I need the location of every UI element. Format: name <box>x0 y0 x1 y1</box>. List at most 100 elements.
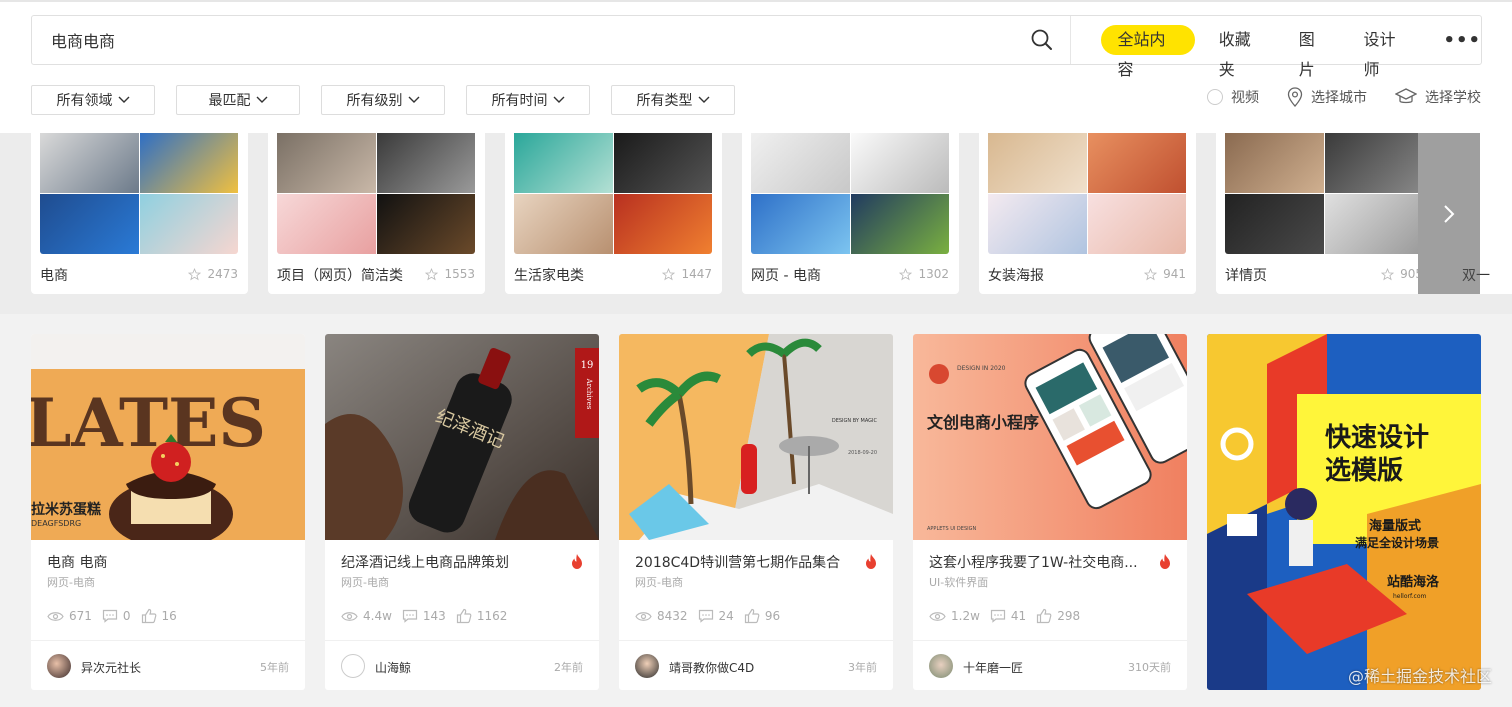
extra-options: 视频 选择城市 选择学校 <box>1179 87 1481 107</box>
topic-name: 电商 <box>40 268 68 284</box>
chevron-down-icon <box>553 96 564 103</box>
svg-text:APPLETS UI DESIGN: APPLETS UI DESIGN <box>927 526 976 532</box>
eye-icon <box>635 611 652 621</box>
topic-card[interactable]: 网页 - 电商 1302 <box>742 133 959 294</box>
work-category[interactable]: 网页-电商 <box>635 574 683 590</box>
avatar[interactable] <box>47 654 71 678</box>
filter-domain[interactable]: 所有领域 <box>31 85 155 115</box>
video-option[interactable]: 视频 <box>1207 87 1259 107</box>
avatar[interactable] <box>635 654 659 678</box>
work-title[interactable]: 纪泽酒记线上电商品牌策划 <box>341 552 509 572</box>
eye-icon <box>929 611 946 621</box>
svg-text:快速设计: 快速设计 <box>1325 423 1429 453</box>
work-title[interactable]: 2018C4D特训营第七期作品集合 <box>635 552 840 572</box>
author-name[interactable]: 靖哥教你做C4D <box>669 659 754 676</box>
svg-text:hellorf.com: hellorf.com <box>1393 593 1427 600</box>
video-label: 视频 <box>1231 90 1259 106</box>
likes-stat: 16 <box>141 608 177 624</box>
search-panel: 全站内容 收藏夹 图片 设计师 ••• 所有领域 最匹配 所有级别 所有时间 所… <box>0 0 1512 133</box>
topic-collage <box>40 133 238 254</box>
topic-name: 生活家电类 <box>514 268 584 284</box>
topic-card[interactable]: 生活家电类 1447 <box>505 133 722 294</box>
thumbs-up-icon <box>456 608 472 624</box>
author-name[interactable]: 山海鲸 <box>375 659 411 676</box>
likes-stat: 298 <box>1036 608 1080 624</box>
search-scope-tabs: 全站内容 收藏夹 图片 设计师 ••• <box>1071 16 1481 79</box>
work-card[interactable]: DESIGN IN 2020 文创电商小程序 APPLETS UI DESIGN… <box>913 334 1187 690</box>
work-title[interactable]: 电商 电商 <box>47 552 107 572</box>
carousel-next-button[interactable] <box>1418 133 1480 294</box>
svg-text:文创电商小程序: 文创电商小程序 <box>927 413 1039 432</box>
work-category[interactable]: UI-软件界面 <box>929 574 988 590</box>
filter-time[interactable]: 所有时间 <box>466 85 590 115</box>
topic-stars: 1553 <box>425 267 475 281</box>
eye-icon <box>341 611 358 621</box>
filter-sort[interactable]: 最匹配 <box>176 85 300 115</box>
work-footer: 山海鲸 2年前 <box>325 640 599 690</box>
scope-tab-images[interactable]: 图片 <box>1299 25 1330 79</box>
svg-text:DESIGN IN 2020: DESIGN IN 2020 <box>957 365 1006 372</box>
thumbs-up-icon <box>141 608 156 624</box>
work-category[interactable]: 网页-电商 <box>47 574 95 590</box>
likes-stat: 1162 <box>456 608 507 624</box>
topic-collage <box>751 133 949 254</box>
svg-text:LATES: LATES <box>31 384 266 462</box>
school-label: 选择学校 <box>1425 90 1481 106</box>
search-button[interactable] <box>1013 16 1072 64</box>
filter-label: 所有时间 <box>491 93 548 109</box>
search-input[interactable] <box>32 16 1013 64</box>
scope-tab-favorites[interactable]: 收藏夹 <box>1219 25 1265 79</box>
filter-type[interactable]: 所有类型 <box>611 85 735 115</box>
topic-collage <box>988 133 1186 254</box>
filter-bar: 所有领域 最匹配 所有级别 所有时间 所有类型 <box>31 85 756 115</box>
ad-poster[interactable]: 快速设计 选模版 海量版式 满足全设计场景 站酷海洛 hellorf.com <box>1207 334 1481 690</box>
chevron-down-icon <box>118 96 129 103</box>
star-icon <box>899 267 913 280</box>
author-name[interactable]: 异次元社长 <box>81 659 141 676</box>
svg-text:Archives: Archives <box>585 378 593 410</box>
comments-stat: 41 <box>990 609 1026 623</box>
topic-card[interactable]: 电商 2473 <box>31 133 248 294</box>
search-bar: 全站内容 收藏夹 图片 设计师 ••• <box>31 15 1482 79</box>
chevron-down-icon <box>408 96 419 103</box>
work-category[interactable]: 网页-电商 <box>341 574 389 590</box>
author-name[interactable]: 十年磨一匠 <box>963 659 1023 676</box>
topic-stars: 941 <box>1144 267 1186 281</box>
city-option[interactable]: 选择城市 <box>1287 87 1367 107</box>
svg-text:DESIGN BY MAGIC: DESIGN BY MAGIC <box>832 418 878 424</box>
filter-label: 最匹配 <box>208 93 251 109</box>
work-card[interactable]: 纪泽酒记 19 Archives 纪泽酒记线上电商品牌策划 网页-电商 4.4w… <box>325 334 599 690</box>
hot-fire-icon <box>1159 554 1171 573</box>
views-stat: 8432 <box>635 609 688 623</box>
eye-icon <box>47 611 64 621</box>
topic-stars: 905 <box>1381 267 1423 281</box>
work-cover: 纪泽酒记 19 Archives <box>325 334 599 540</box>
avatar[interactable] <box>341 654 365 678</box>
comments-stat: 143 <box>402 609 446 623</box>
more-icon[interactable]: ••• <box>1443 30 1481 51</box>
work-title[interactable]: 这套小程序我要了1W-社交电商... <box>929 552 1138 572</box>
radio-icon <box>1207 89 1223 105</box>
school-option[interactable]: 选择学校 <box>1395 87 1481 107</box>
svg-text:满足全设计场景: 满足全设计场景 <box>1355 535 1439 550</box>
topic-name: 详情页 <box>1225 268 1267 284</box>
topic-name: 女装海报 <box>988 268 1044 284</box>
avatar[interactable] <box>929 654 953 678</box>
topic-card[interactable]: 项目（网页）简洁类 1553 <box>268 133 485 294</box>
svg-text:拉米苏蛋糕: 拉米苏蛋糕 <box>31 501 101 518</box>
filter-level[interactable]: 所有级别 <box>321 85 445 115</box>
topic-stars: 1447 <box>662 267 712 281</box>
publish-time: 2年前 <box>554 661 583 674</box>
scope-tab-all[interactable]: 全站内容 <box>1101 25 1195 79</box>
work-stats: 671 0 16 <box>47 608 187 624</box>
work-card[interactable]: DESIGN BY MAGIC 2018-09-20 2018C4D特训营第七期… <box>619 334 893 690</box>
chevron-down-icon <box>698 96 709 103</box>
work-card[interactable]: LATES 拉米苏蛋糕 DEAGFSDRG 电商 电商 网页-电商 671 0 … <box>31 334 305 690</box>
topic-card[interactable]: 详情页 905 <box>1216 133 1433 294</box>
filter-label: 所有级别 <box>346 93 403 109</box>
topic-card[interactable]: 女装海报 941 <box>979 133 1196 294</box>
chevron-right-icon <box>1444 204 1455 223</box>
star-icon <box>1144 267 1158 280</box>
scope-tab-designers[interactable]: 设计师 <box>1363 25 1409 79</box>
comment-icon <box>698 609 713 623</box>
